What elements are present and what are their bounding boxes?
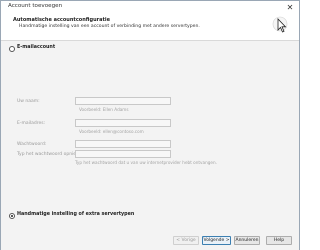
- email-account-radio[interactable]: [9, 46, 15, 52]
- name-input[interactable]: [75, 97, 171, 105]
- email-account-label: E-mailaccount: [17, 45, 56, 50]
- close-icon[interactable]: ✕: [285, 3, 295, 13]
- add-account-dialog: Account toevoegen ✕ Automatische account…: [0, 0, 300, 250]
- email-label: E-mailadres:: [17, 121, 46, 126]
- cancel-button[interactable]: Annuleren: [234, 236, 260, 245]
- next-button[interactable]: Volgende >: [202, 236, 231, 245]
- window-title: Account toevoegen: [8, 3, 63, 9]
- dialog-header: Automatische accountconfiguratie Handmat…: [1, 15, 299, 41]
- password-confirm-label: Typ het wachtwoord opnieuw:: [17, 152, 84, 157]
- name-label: Uw naam:: [17, 99, 40, 104]
- dialog-content: [1, 41, 299, 226]
- cursor-pointer-icon: [272, 16, 288, 33]
- password-input[interactable]: [75, 140, 171, 148]
- title-bar: Account toevoegen ✕: [1, 1, 299, 15]
- password-confirm-hint: Typ het wachtwoord dat u van uw internet…: [75, 160, 217, 165]
- email-hint: Voorbeeld: ellen@contoso.com: [79, 129, 144, 134]
- password-label: Wachtwoord:: [17, 142, 47, 147]
- manual-setup-radio[interactable]: [9, 213, 15, 219]
- password-confirm-input[interactable]: [75, 150, 171, 158]
- email-input[interactable]: [75, 119, 171, 127]
- back-button[interactable]: < Vorige: [173, 236, 199, 245]
- header-subtitle: Handmatige instelling van een account of…: [19, 24, 200, 29]
- manual-setup-label: Handmatige instelling of extra servertyp…: [17, 212, 135, 217]
- name-hint: Voorbeeld: Ellen Adams: [79, 107, 129, 112]
- help-button[interactable]: Help: [266, 236, 292, 245]
- header-title: Automatische accountconfiguratie: [13, 17, 110, 23]
